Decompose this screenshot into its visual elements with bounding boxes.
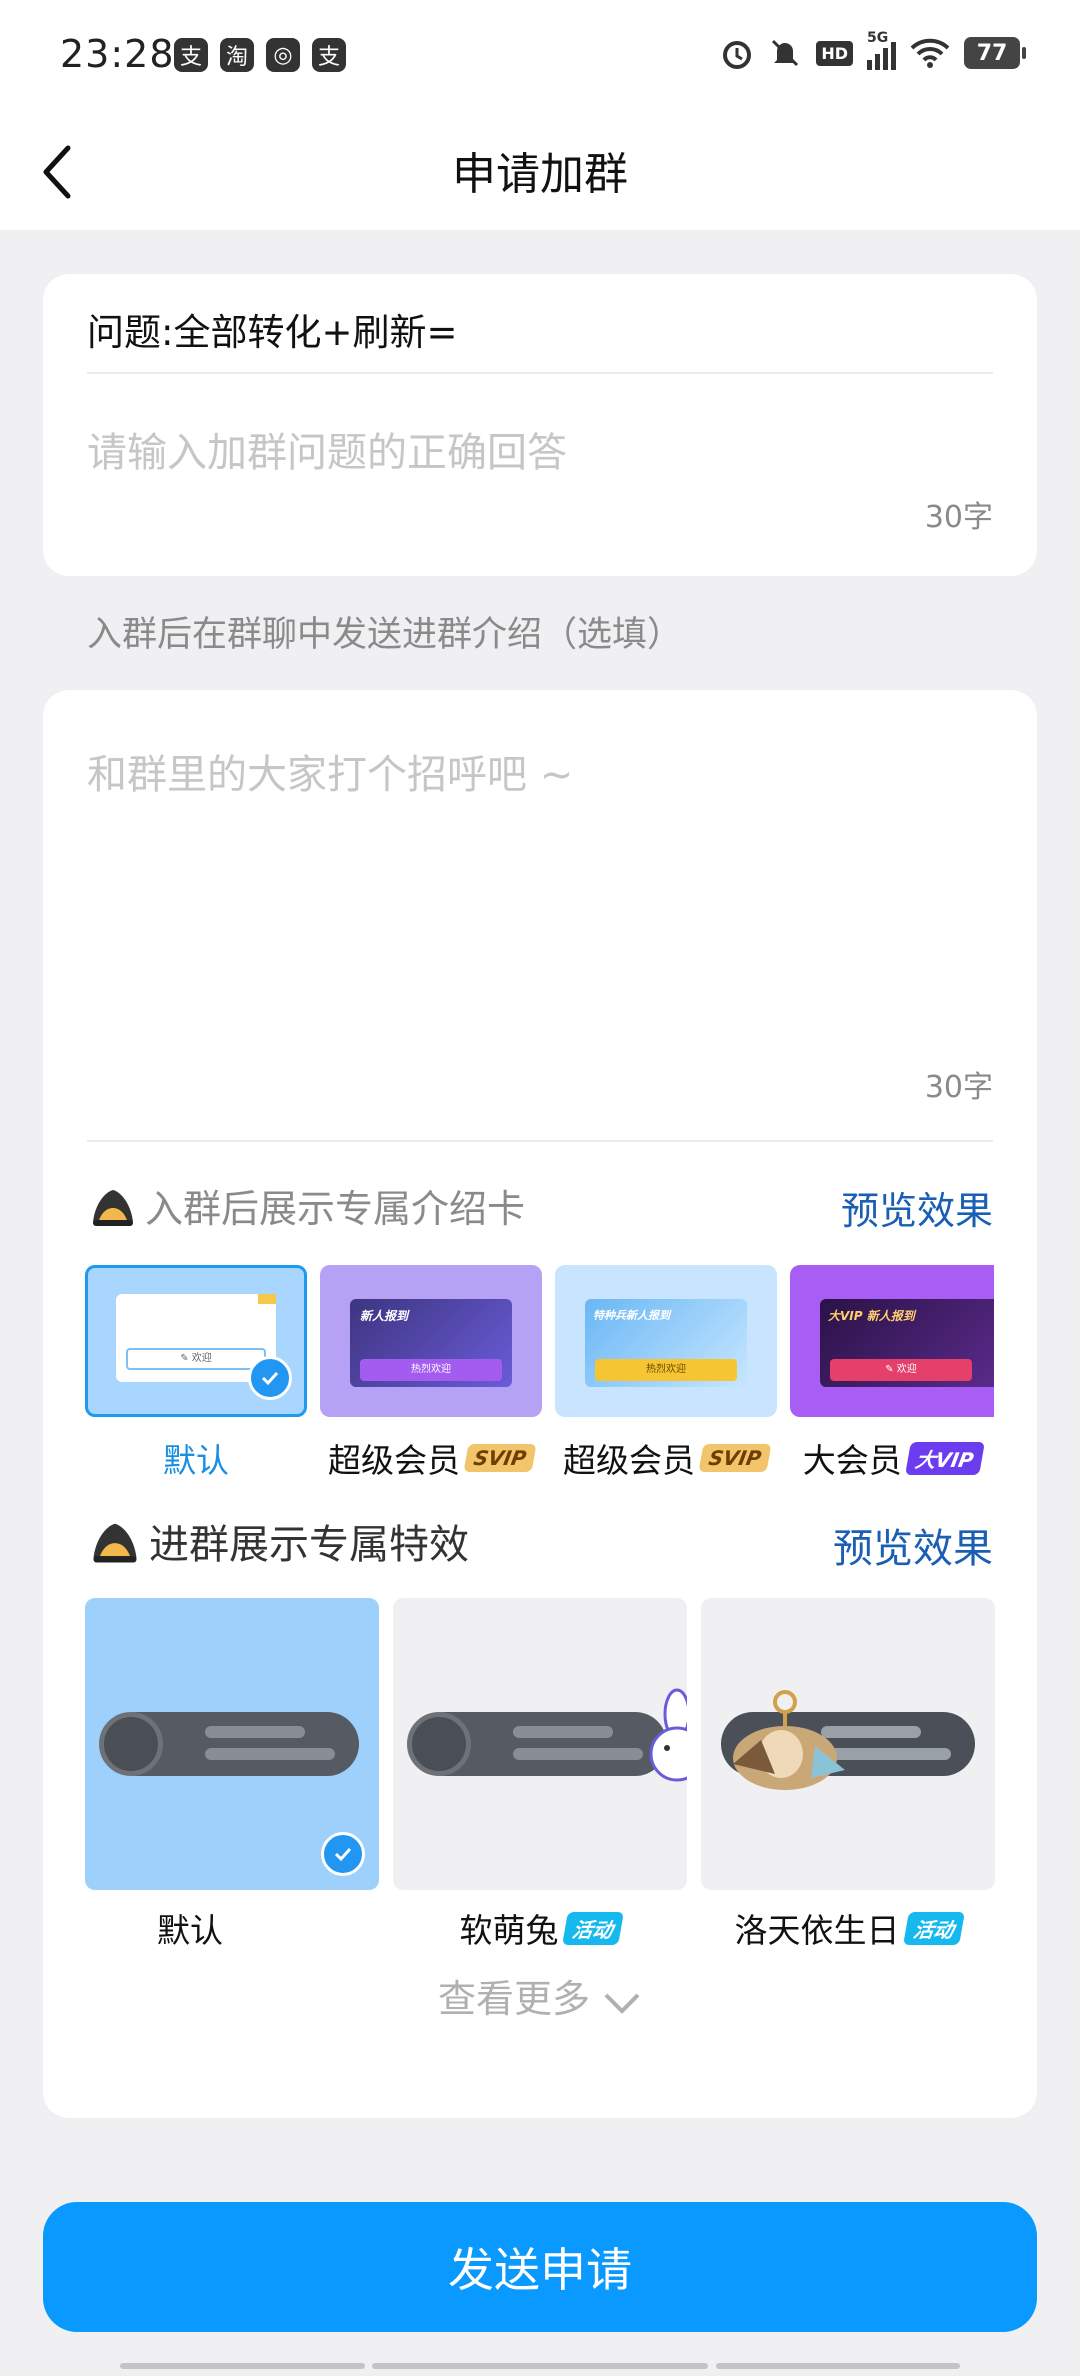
gesture-bar — [716, 2363, 960, 2369]
status-time: 23:28 — [60, 32, 175, 76]
intro-card-row-title: 入群后展示专属介绍卡 — [87, 1178, 525, 1233]
send-application-button[interactable]: 发送申请 — [43, 2202, 1037, 2332]
intro-section-label: 入群后在群聊中发送进群介绍（选填） — [87, 615, 683, 655]
intro-card-option-bigvip[interactable]: 大VIP 新人报到 ✎ 欢迎 — [790, 1265, 994, 1417]
network-type: 5G — [867, 30, 889, 46]
intro-card-option-default[interactable]: ✎ 欢迎 — [85, 1265, 307, 1417]
svip-card-banner-2: 特种兵新人报到 — [593, 1309, 670, 1322]
gesture-bar — [372, 2363, 708, 2369]
effect-row-label: 进群展示专属特效 — [149, 1522, 469, 1568]
avatar-placeholder-icon — [407, 1712, 471, 1776]
label-text: 洛天依生日 — [734, 1911, 900, 1950]
system-icons: HD 5G 77 — [720, 30, 1026, 70]
activity-badge: 活动 — [902, 1911, 965, 1945]
question-card: 问题:全部转化+刷新= 请输入加群问题的正确回答 30字 — [43, 274, 1037, 576]
see-more-label: 查看更多 — [437, 1977, 590, 2021]
alipay-notification-icon-2: 支 — [312, 38, 346, 72]
alarm-icon — [723, 41, 752, 69]
mute-icon — [772, 39, 799, 67]
intro-card-label-default: 默认 — [85, 1434, 307, 1482]
svip-card-preview-2: 特种兵新人报到 热烈欢迎 — [585, 1299, 747, 1387]
intro-card-preview-link[interactable]: 预览效果 — [841, 1180, 993, 1235]
hd-icon: HD — [816, 40, 853, 66]
bigvip-card-banner: 大VIP 新人报到 — [828, 1309, 915, 1323]
intro-char-count: 30字 — [924, 1070, 993, 1105]
divider — [87, 372, 993, 374]
intro-card-row-label: 入群后展示专属介绍卡 — [145, 1187, 526, 1231]
svip-card-banner-1: 新人报到 — [360, 1309, 409, 1323]
intro-card-option-svip-2[interactable]: 特种兵新人报到 热烈欢迎 — [555, 1265, 777, 1417]
character-decoration-icon — [733, 1690, 845, 1790]
intro-card-label-bigvip: 大会员 大VIP — [790, 1434, 994, 1482]
effect-label-default: 默认 — [85, 1904, 295, 1952]
page-title: 申请加群 — [452, 149, 628, 200]
taobao-notification-icon: 淘 — [220, 38, 254, 72]
label-text: 超级会员 — [563, 1441, 695, 1480]
see-more-button[interactable]: 查看更多 — [43, 1968, 1037, 2023]
svip-card-button-2: 热烈欢迎 — [595, 1359, 737, 1381]
divider — [87, 1140, 993, 1142]
label-text: 默认 — [157, 1911, 223, 1950]
crown-icon — [93, 1523, 137, 1563]
answer-input[interactable]: 请输入加群问题的正确回答 — [87, 420, 567, 478]
gesture-bar — [120, 2363, 365, 2369]
effect-label-luotianyi: 洛天依生日 活动 — [701, 1904, 995, 1952]
status-bar: 23:28 支 淘 ◎ 支 HD 5G 77 — [0, 0, 1080, 110]
navigation-bar: 申请加群 — [0, 110, 1080, 230]
effect-option-luotianyi[interactable] — [701, 1598, 995, 1890]
svip-card-button-1: 热烈欢迎 — [360, 1359, 502, 1381]
label-text: 软萌兔 — [459, 1911, 559, 1950]
label-text: 超级会员 — [328, 1441, 460, 1480]
crown-icon — [93, 1189, 133, 1226]
intro-card: 和群里的大家打个招呼吧 ~ 30字 入群后展示专属介绍卡 预览效果 ✎ 欢迎 新… — [43, 690, 1037, 2118]
bigvip-card-button: ✎ 欢迎 — [830, 1359, 972, 1381]
selected-check-icon — [248, 1356, 292, 1400]
intro-card-option-svip-1[interactable]: 新人报到 热烈欢迎 — [320, 1265, 542, 1417]
effect-option-rabbit[interactable] — [393, 1598, 687, 1890]
svip-badge: SVIP — [698, 1444, 772, 1472]
intro-card-label-svip-2: 超级会员 SVIP — [555, 1434, 777, 1482]
effect-row-title: 进群展示专属特效 — [87, 1512, 469, 1570]
avatar-placeholder-icon — [99, 1712, 163, 1776]
app-notification-icon: ◎ — [266, 38, 300, 72]
intro-card-label-svip-1: 超级会员 SVIP — [320, 1434, 542, 1482]
effect-option-default[interactable] — [85, 1598, 379, 1890]
default-card-corner — [258, 1294, 276, 1304]
wifi-icon — [910, 38, 950, 68]
selected-check-icon — [321, 1832, 365, 1876]
rabbit-icon — [649, 1688, 687, 1782]
bigvip-card-preview: 大VIP 新人报到 ✎ 欢迎 — [820, 1299, 994, 1387]
bigvip-badge: 大VIP — [904, 1441, 985, 1475]
svip-card-preview-1: 新人报到 热烈欢迎 — [350, 1299, 512, 1387]
effect-label-rabbit: 软萌兔 活动 — [393, 1904, 687, 1952]
notification-icons: 支 淘 ◎ 支 — [174, 38, 346, 72]
chevron-down-icon — [604, 1993, 640, 2014]
join-question: 问题:全部转化+刷新= — [87, 311, 458, 354]
battery-icon: 77 — [964, 37, 1026, 69]
effect-preview-link[interactable]: 预览效果 — [833, 1516, 993, 1574]
alipay-notification-icon: 支 — [174, 38, 208, 72]
svip-badge: SVIP — [463, 1444, 537, 1472]
intro-input[interactable]: 和群里的大家打个招呼吧 ~ — [87, 742, 573, 800]
label-text: 大会员 — [802, 1441, 902, 1480]
answer-char-count: 30字 — [924, 500, 993, 535]
default-card-inner-button: ✎ 欢迎 — [126, 1348, 266, 1370]
signal-icon: 5G — [867, 30, 896, 70]
label-text: 默认 — [163, 1441, 229, 1480]
activity-badge: 活动 — [561, 1911, 624, 1945]
